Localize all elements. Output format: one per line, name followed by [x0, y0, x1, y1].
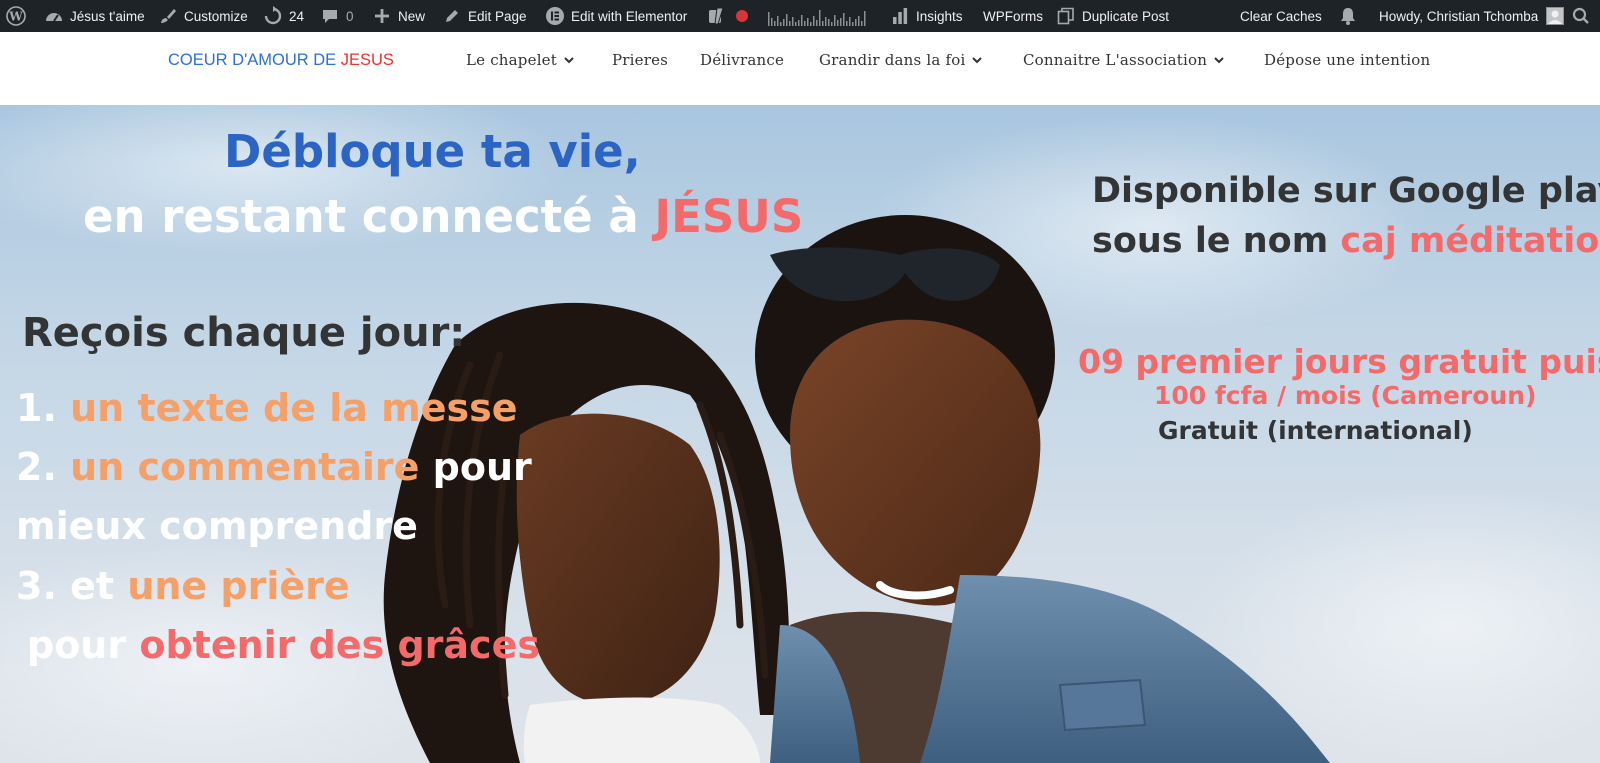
hero-recois-heading: Reçois chaque jour:: [22, 310, 466, 356]
nav-item-intention[interactable]: Dépose une intention: [1264, 51, 1430, 69]
seo-status-dot: [735, 0, 749, 32]
list-item-3-prefix: 3. et: [16, 564, 128, 608]
hero-offer-line3: Gratuit (international): [1158, 416, 1473, 445]
hero-title-line2: en restant connecté à JÉSUS: [83, 190, 803, 243]
google-play-prefix: sous le nom: [1092, 221, 1341, 261]
app-name-caj-meditation: caj méditation: [1340, 221, 1600, 261]
list-item-2-text: un commentaire: [70, 445, 420, 489]
wordpress-logo-menu[interactable]: W: [6, 0, 32, 32]
paintbrush-icon: [158, 6, 178, 26]
updates-refresh-icon: [263, 6, 283, 26]
howdy-label: Howdy, Christian Tchomba: [1379, 8, 1539, 24]
hero-offer-line2: 100 fcfa / mois (Cameroun): [1154, 381, 1537, 410]
new-label: New: [398, 8, 426, 24]
site-header: COEUR D'AMOUR DE JESUS Le chapelet Prier…: [0, 32, 1600, 105]
site-name-menu[interactable]: Jésus t'aime: [44, 0, 145, 32]
nav-item-connaitre[interactable]: Connaitre L'association: [1023, 51, 1225, 69]
comments-count: 0: [346, 8, 354, 24]
nav-item-delivrance[interactable]: Délivrance: [700, 51, 784, 69]
plus-icon: [372, 6, 392, 26]
duplicate-post-label: Duplicate Post: [1082, 8, 1170, 24]
hero-title-line1: Débloque ta vie,: [224, 125, 641, 178]
comment-bubble-icon: [320, 6, 340, 26]
list-item-1-text: un texte de la messe: [70, 386, 518, 430]
nav-label-connaitre: Connaitre L'association: [1023, 51, 1208, 69]
hero-banner: Débloque ta vie, en restant connecté à J…: [0, 105, 1600, 763]
wpforms-label: WPForms: [983, 8, 1043, 24]
query-monitor-graph[interactable]: [768, 0, 868, 32]
avatar: [1546, 7, 1565, 25]
list-item-4-prefix: pour: [27, 623, 140, 667]
notifications-button[interactable]: [1338, 0, 1358, 32]
dashboard-gauge-icon: [44, 6, 64, 26]
nav-item-chapelet[interactable]: Le chapelet: [466, 51, 575, 69]
elementor-icon: [545, 6, 565, 26]
yoast-icon: [706, 6, 726, 26]
edit-with-elementor-label: Edit with Elementor: [571, 8, 688, 24]
svg-text:W: W: [8, 10, 23, 24]
bell-icon: [1341, 8, 1355, 25]
red-status-dot-icon: [736, 10, 748, 22]
list-item-3-text: une prière: [127, 564, 350, 608]
customize-label: Customize: [184, 8, 248, 24]
new-content-menu[interactable]: New: [372, 0, 425, 32]
hero-google-play-line2: sous le nom caj méditation: [1092, 221, 1600, 261]
logo-text-jesus: JESUS: [340, 51, 394, 69]
nav-label-intention: Dépose une intention: [1264, 51, 1431, 69]
site-name-label: Jésus t'aime: [70, 8, 145, 24]
activity-sparkline-icon: [768, 10, 866, 26]
list-item-1-number: 1.: [16, 386, 71, 430]
nav-item-grandir[interactable]: Grandir dans la foi: [819, 51, 983, 69]
duplicate-post-link[interactable]: Duplicate Post: [1056, 0, 1169, 32]
clear-caches-button[interactable]: Clear Caches: [1240, 0, 1322, 32]
search-icon: [1572, 7, 1589, 24]
duplicate-copy-icon: [1056, 6, 1076, 26]
nav-label-prieres: Prieres: [612, 51, 669, 69]
wordpress-icon: W: [6, 6, 26, 26]
edit-with-elementor-link[interactable]: Edit with Elementor: [545, 0, 687, 32]
chevron-down-icon: [972, 57, 983, 64]
edit-page-label: Edit Page: [468, 8, 527, 24]
hero-list-item-2: 2. un commentaire pour: [16, 445, 532, 489]
hero-list-item-4: pour obtenir des grâces: [27, 623, 540, 667]
hero-offer-line1: 09 premier jours gratuit puis: [1078, 342, 1600, 381]
customize-link[interactable]: Customize: [158, 0, 248, 32]
hero-list-item-3: 3. et une prière: [16, 564, 350, 608]
search-button[interactable]: [1572, 0, 1590, 32]
hero-google-play-line1: Disponible sur Google play: [1092, 171, 1600, 211]
insights-link[interactable]: Insights: [890, 0, 963, 32]
insights-label: Insights: [916, 8, 963, 24]
yoast-seo-menu[interactable]: [706, 0, 732, 32]
hero-list-item-1: 1. un texte de la messe: [16, 386, 518, 430]
nav-label-grandir: Grandir dans la foi: [819, 51, 966, 69]
hero-title-jesus: JÉSUS: [654, 190, 804, 243]
chevron-down-icon: [1214, 57, 1224, 64]
hero-title-connected: en restant connecté à: [83, 190, 655, 243]
list-item-2-number: 2.: [16, 445, 71, 489]
wpforms-link[interactable]: WPForms: [983, 0, 1043, 32]
pencil-icon: [442, 6, 462, 26]
nav-label-chapelet: Le chapelet: [466, 51, 557, 69]
hero-list-item-2-line2: mieux comprendre: [16, 504, 418, 548]
list-item-2-rest: pour: [419, 445, 532, 489]
updates-link[interactable]: 24: [263, 0, 304, 32]
clear-caches-label: Clear Caches: [1240, 8, 1322, 24]
logo-text-main: COEUR D'AMOUR DE: [168, 51, 341, 69]
updates-count: 24: [289, 8, 305, 24]
nav-item-prieres[interactable]: Prieres: [612, 51, 668, 69]
list-item-4-text: obtenir des grâces: [139, 623, 540, 667]
bar-chart-icon: [890, 6, 910, 26]
site-logo-link[interactable]: COEUR D'AMOUR DE JESUS: [168, 51, 394, 70]
nav-label-delivrance: Délivrance: [700, 51, 785, 69]
edit-page-link[interactable]: Edit Page: [442, 0, 527, 32]
chevron-down-icon: [564, 57, 574, 64]
comments-link[interactable]: 0: [320, 0, 354, 32]
my-account-menu[interactable]: Howdy, Christian Tchomba: [1379, 0, 1565, 32]
wp-admin-bar: W Jésus t'aime Customize 24 0 New Edit P…: [0, 0, 1600, 32]
